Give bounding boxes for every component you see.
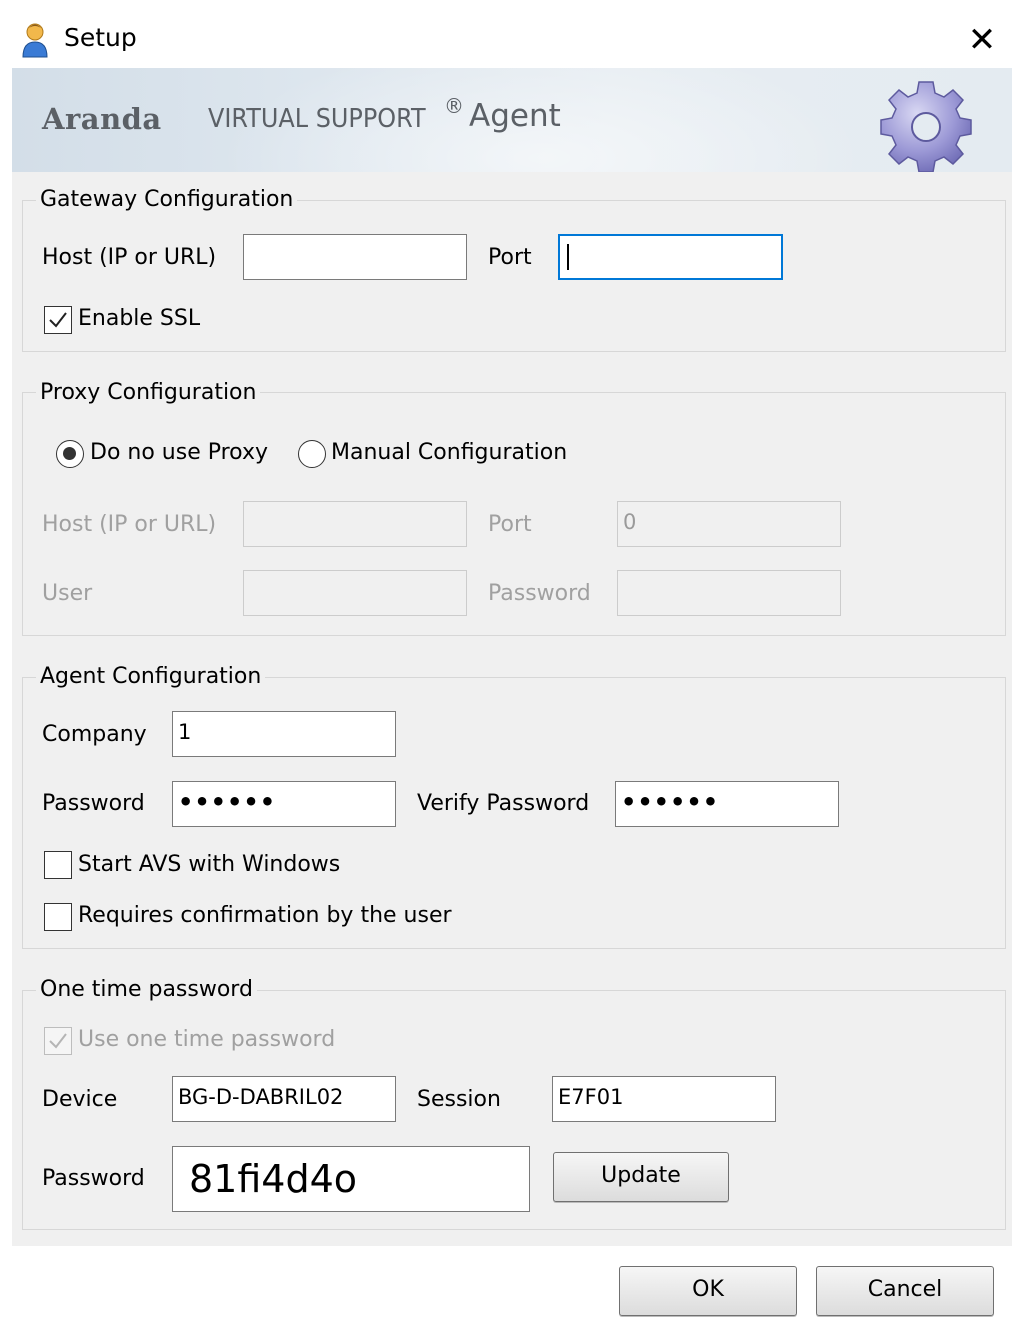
registered-mark: ® — [444, 94, 464, 118]
close-icon: ✕ — [967, 20, 997, 60]
gear-icon — [874, 76, 978, 172]
otp-legend: One time password — [36, 976, 257, 1004]
user-icon — [20, 22, 50, 58]
verify-password-mask: •••••• — [621, 788, 720, 816]
ok-button[interactable]: OK — [619, 1266, 797, 1316]
otp-password-label: Password — [42, 1166, 145, 1191]
no-proxy-label[interactable]: Do no use Proxy — [90, 439, 268, 467]
requires-confirmation-checkbox[interactable] — [44, 903, 72, 931]
company-input[interactable]: 1 — [172, 711, 396, 757]
proxy-user-label: User — [42, 581, 93, 606]
start-with-windows-label[interactable]: Start AVS with Windows — [78, 851, 340, 879]
check-icon — [49, 312, 67, 328]
proxy-legend: Proxy Configuration — [36, 379, 261, 407]
no-proxy-radio[interactable] — [56, 440, 84, 468]
proxy-user-input[interactable] — [243, 570, 467, 616]
gateway-legend: Gateway Configuration — [36, 186, 298, 214]
banner-product: VIRTUAL SUPPORT — [208, 104, 426, 134]
device-input[interactable]: BG-D-DABRIL02 — [172, 1076, 396, 1122]
check-icon — [49, 1033, 67, 1049]
company-label: Company — [42, 722, 147, 747]
device-label: Device — [42, 1087, 118, 1112]
proxy-host-label: Host (IP or URL) — [42, 512, 217, 537]
proxy-host-input[interactable] — [243, 501, 467, 547]
manual-proxy-radio[interactable] — [298, 440, 326, 468]
gateway-port-input[interactable] — [558, 234, 783, 280]
enable-ssl-checkbox[interactable] — [44, 306, 72, 334]
proxy-port-input[interactable]: 0 — [617, 501, 841, 547]
proxy-port-label: Port — [488, 512, 532, 537]
session-input[interactable]: E7F01 — [552, 1076, 776, 1122]
proxy-password-input[interactable] — [617, 570, 841, 616]
start-with-windows-checkbox[interactable] — [44, 851, 72, 879]
gateway-host-label: Host (IP or URL) — [42, 245, 217, 270]
use-otp-checkbox[interactable] — [44, 1027, 72, 1055]
agent-password-label: Password — [42, 791, 145, 816]
agent-legend: Agent Configuration — [36, 663, 266, 691]
banner-suffix: Agent — [469, 98, 561, 134]
window-title: Setup — [64, 23, 137, 52]
requires-confirmation-label[interactable]: Requires confirmation by the user — [78, 902, 452, 930]
session-label: Session — [417, 1087, 501, 1112]
gateway-port-label: Port — [488, 245, 532, 270]
gateway-host-input[interactable] — [243, 234, 467, 280]
proxy-password-label: Password — [488, 581, 591, 606]
radio-selected-dot — [63, 447, 76, 460]
banner-brand: Aranda — [42, 102, 162, 136]
manual-proxy-label[interactable]: Manual Configuration — [331, 439, 567, 467]
enable-ssl-label[interactable]: Enable SSL — [78, 305, 200, 333]
update-button[interactable]: Update — [553, 1152, 729, 1202]
close-button[interactable]: ✕ — [960, 20, 1004, 60]
password-mask: •••••• — [178, 788, 277, 816]
banner: Aranda VIRTUAL SUPPORT ® Agent — [12, 68, 1012, 172]
title-bar — [0, 0, 1014, 72]
cancel-button[interactable]: Cancel — [816, 1266, 994, 1316]
text-caret — [567, 244, 569, 270]
verify-password-label: Verify Password — [417, 791, 590, 816]
agent-password-input[interactable]: •••••• — [172, 781, 396, 827]
verify-password-input[interactable]: •••••• — [615, 781, 839, 827]
use-otp-label: Use one time password — [78, 1027, 336, 1052]
otp-password-display: 81fi4d4o — [172, 1146, 530, 1212]
